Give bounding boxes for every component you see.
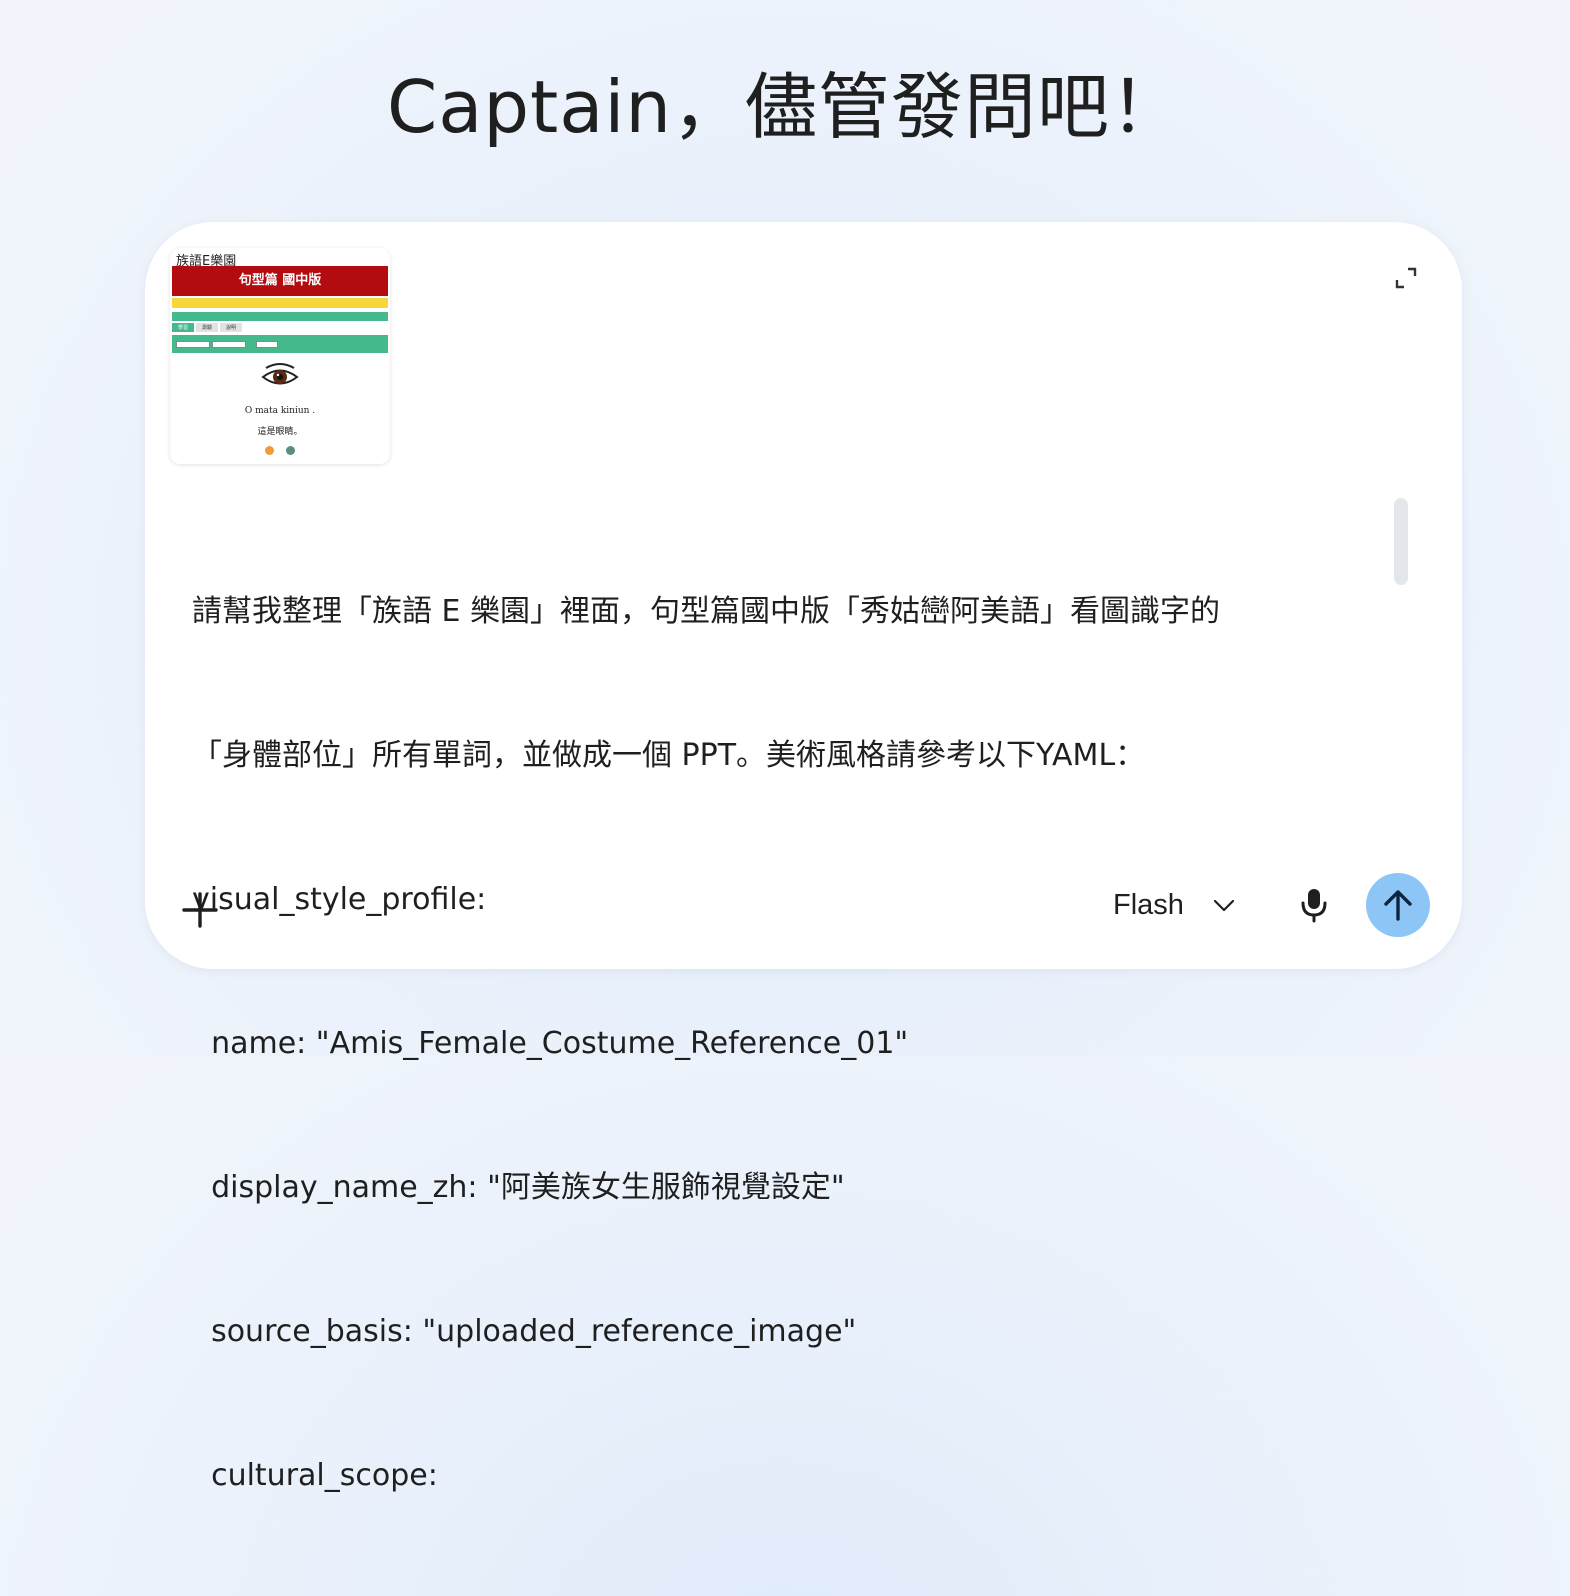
thumb-caption-amis: O mata kiniun . [244, 406, 316, 416]
prompt-line: 「身體部位」所有單詞，並做成一個 PPT。美術風格請參考以下YAML： [192, 738, 1146, 773]
prompt-line: cultural_scope: [192, 1458, 438, 1493]
audio-icon [265, 446, 274, 455]
prompt-line: 請幫我整理「族語 E 樂園」裡面，句型篇國中版「秀姑巒阿美語」看圖識字的 [192, 594, 1221, 629]
prompt-input[interactable]: 請幫我整理「族語 E 樂園」裡面，句型篇國中版「秀姑巒阿美語」看圖識字的 「身體… [192, 492, 1362, 1596]
model-label: Flash [1113, 888, 1184, 921]
thumb-tab: 學習 [172, 323, 195, 332]
attachment-thumbnail[interactable]: 族語E樂園 句型篇 國中版 學習 測驗 說明 O mata kiniun . 這是眼… [170, 248, 390, 464]
model-selector[interactable]: Flash [1113, 885, 1236, 925]
arrow-up-icon [1384, 890, 1412, 921]
thumb-banner: 句型篇 國中版 [172, 266, 388, 296]
eye-icon [261, 363, 299, 385]
add-icon[interactable] [180, 890, 220, 930]
thumb-audio-buttons [170, 442, 390, 460]
thumb-filter-bar [172, 335, 388, 353]
thumb-links [360, 254, 384, 260]
thumb-tab: 說明 [220, 323, 243, 332]
microphone-icon[interactable] [1298, 887, 1330, 923]
thumb-tab: 測驗 [196, 323, 219, 332]
page-greeting: Captain，儘管發問吧！ [386, 65, 1184, 149]
prompt-scrollbar[interactable] [1394, 498, 1408, 585]
thumb-tabs: 學習 測驗 說明 [172, 323, 388, 334]
send-button[interactable] [1366, 873, 1430, 937]
thumb-caption-zh: 這是眼睛。 [257, 426, 303, 436]
expand-icon[interactable] [1394, 266, 1418, 290]
prompt-card: 族語E樂園 句型篇 國中版 學習 測驗 說明 O mata kiniun . 這是眼… [145, 222, 1462, 1493]
chevron-down-icon [1213, 899, 1235, 912]
prompt-line: source_basis: "uploaded_reference_image" [192, 1314, 857, 1349]
next-icon [286, 446, 295, 455]
thumb-yellow-bar [172, 298, 388, 308]
prompt-line: name: "Amis_Female_Costume_Reference_01" [192, 1026, 909, 1061]
prompt-line: display_name_zh: "阿美族女生服飾視覺設定" [192, 1170, 845, 1205]
thumb-green-bar [172, 312, 388, 321]
